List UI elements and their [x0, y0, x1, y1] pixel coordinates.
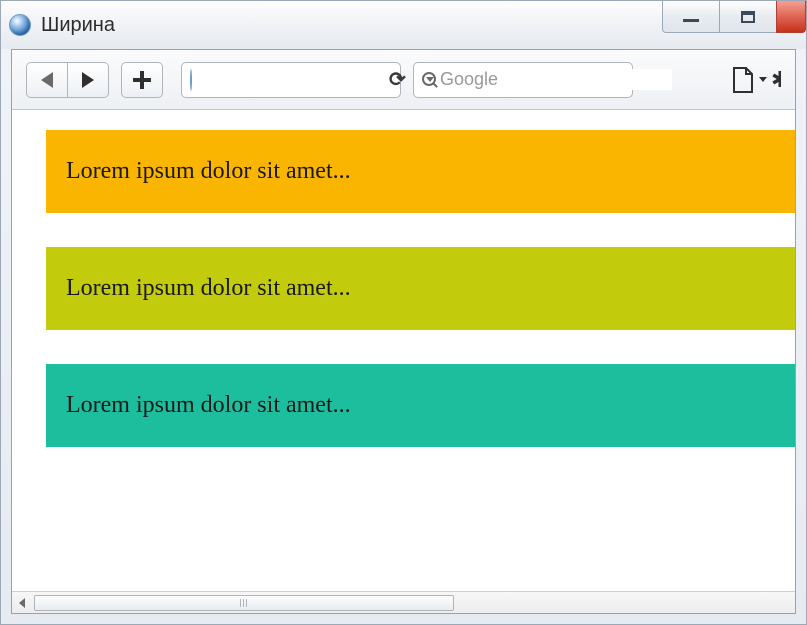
scroll-left-button[interactable] [12, 593, 32, 613]
block-text: Lorem ipsum dolor sit amet... [66, 158, 351, 184]
content-block: Lorem ipsum dolor sit amet... [46, 130, 795, 213]
forward-button[interactable] [67, 62, 109, 98]
client-area: ⟳ ✱ [11, 49, 796, 614]
search-bar[interactable] [413, 62, 633, 98]
content-block: Lorem ipsum dolor sit amet... [46, 364, 795, 447]
grip-icon [243, 599, 244, 607]
forward-icon [82, 72, 94, 88]
back-button[interactable] [26, 62, 68, 98]
plus-icon [133, 71, 151, 89]
app-favicon-icon [9, 14, 31, 36]
back-icon [41, 72, 53, 88]
grip-icon [246, 599, 247, 607]
chevron-left-icon [19, 598, 25, 608]
grip-icon [240, 599, 241, 607]
content-block: Lorem ipsum dolor sit amet... [46, 247, 795, 330]
globe-icon [190, 69, 192, 91]
reload-icon: ⟳ [389, 69, 406, 91]
content-body: Lorem ipsum dolor sit amet... Lorem ipsu… [12, 110, 795, 501]
minimize-button[interactable] [662, 1, 720, 33]
search-input[interactable] [440, 69, 672, 90]
navigation-toolbar: ⟳ ✱ [12, 50, 795, 110]
page-icon [731, 66, 755, 94]
window-title: Ширина [41, 14, 115, 37]
maximize-icon [741, 11, 755, 23]
nav-button-group [26, 62, 109, 98]
maximize-button[interactable] [719, 1, 777, 33]
reload-button[interactable]: ⟳ [389, 67, 406, 92]
settings-button[interactable]: ✱ [771, 67, 781, 93]
minimize-icon [683, 19, 699, 22]
page-content[interactable]: Lorem ipsum dolor sit amet... Lorem ipsu… [12, 110, 795, 591]
gear-icon: ✱ [771, 67, 781, 92]
horizontal-scrollbar[interactable] [12, 591, 795, 613]
close-button[interactable] [776, 1, 806, 33]
new-tab-button[interactable] [121, 62, 163, 98]
browser-window: Ширина [0, 0, 807, 625]
page-menu-button[interactable] [731, 66, 755, 94]
page-menu-dropdown-icon[interactable] [759, 77, 767, 82]
right-toolbar-group: ✱ [731, 66, 781, 94]
url-bar[interactable]: ⟳ [181, 62, 401, 98]
window-controls [663, 1, 806, 33]
block-text: Lorem ipsum dolor sit amet... [66, 275, 351, 301]
scrollbar-thumb[interactable] [34, 595, 454, 611]
scrollbar-track[interactable] [32, 594, 795, 612]
titlebar[interactable]: Ширина [1, 1, 806, 49]
url-input[interactable] [200, 72, 381, 88]
block-text: Lorem ipsum dolor sit amet... [66, 392, 351, 418]
